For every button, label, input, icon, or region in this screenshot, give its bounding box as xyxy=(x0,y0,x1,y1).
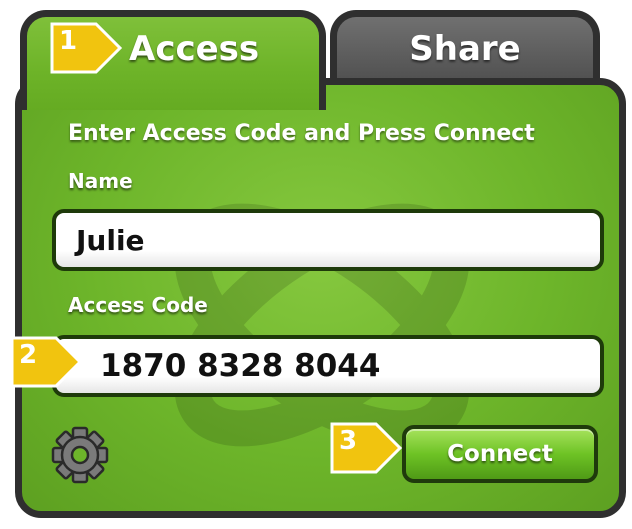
access-panel: Enter Access Code and Press Connect Name… xyxy=(15,78,626,518)
step-3-number: 3 xyxy=(339,426,358,456)
gear-icon[interactable] xyxy=(50,425,110,485)
share-access-widget: Share Access Enter Access Code and Press… xyxy=(0,0,632,529)
tab-share[interactable]: Share xyxy=(330,10,600,88)
step-1-arrow: 1 xyxy=(50,18,122,78)
name-field[interactable]: Julie xyxy=(52,209,604,271)
step-2-number: 2 xyxy=(19,340,38,370)
access-code-label: Access Code xyxy=(68,293,208,317)
step-1-number: 1 xyxy=(59,26,78,56)
connect-button[interactable]: Connect xyxy=(402,425,598,483)
access-code-field[interactable]: 1870 8328 8044 xyxy=(52,335,604,397)
step-2-arrow: 2 xyxy=(10,332,82,392)
tab-share-label: Share xyxy=(409,29,521,69)
name-label: Name xyxy=(68,169,133,193)
instructions-text: Enter Access Code and Press Connect xyxy=(68,121,535,146)
step-3-arrow: 3 xyxy=(330,418,402,478)
